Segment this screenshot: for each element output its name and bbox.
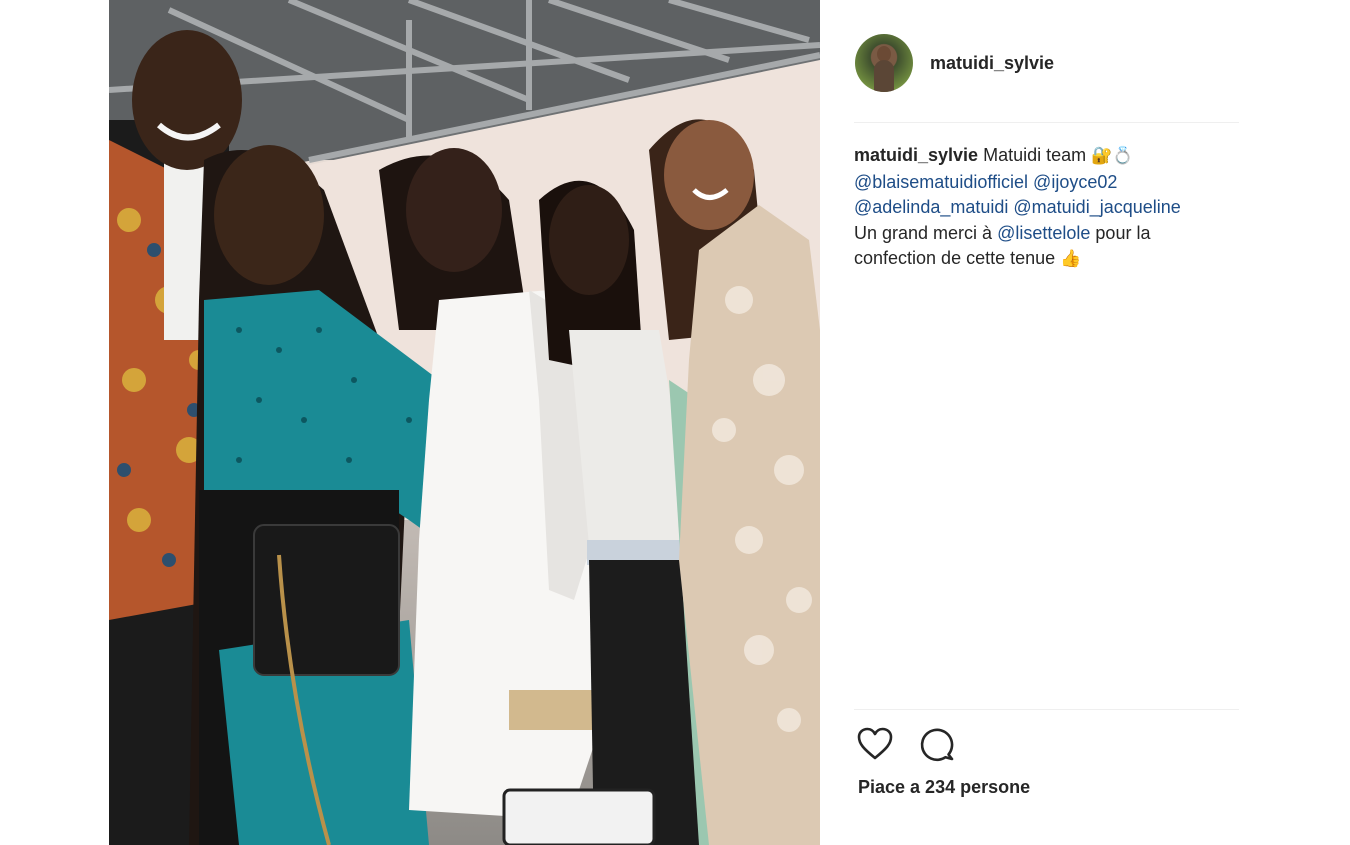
divider: [854, 122, 1239, 123]
comment-icon[interactable]: [918, 725, 956, 763]
avatar-body: [874, 60, 894, 92]
post-header: matuidi_sylvie: [855, 33, 1054, 93]
heart-icon[interactable]: [856, 725, 894, 763]
caption-emoji: 👍: [1060, 249, 1082, 269]
mention-link[interactable]: @matuidi_jacqueline: [1013, 197, 1180, 217]
caption-text: Un grand merci à: [854, 222, 993, 243]
caption-username[interactable]: matuidi_sylvie: [854, 145, 978, 165]
post-sidebar: matuidi_sylvie matuidi_sylvie Matuidi te…: [820, 0, 1350, 845]
post-actions: [856, 725, 956, 763]
mention-link[interactable]: @lisettelole: [997, 223, 1090, 243]
post-caption: matuidi_sylvie Matuidi team 🔐💍 @blaisema…: [854, 143, 1244, 273]
caption-text: confection de cette tenue: [854, 248, 1056, 268]
mention-link[interactable]: @blaisematuidiofficiel: [854, 172, 1028, 192]
photo-image: [109, 0, 820, 845]
caption-text: pour la: [1095, 222, 1151, 243]
avatar[interactable]: [855, 34, 913, 92]
caption-text: Matuidi team: [983, 145, 1087, 165]
divider: [854, 709, 1239, 710]
post-photo[interactable]: [109, 0, 820, 845]
mention-link[interactable]: @adelinda_matuidi: [854, 197, 1008, 217]
author-username[interactable]: matuidi_sylvie: [930, 53, 1054, 74]
mention-link[interactable]: @ijoyce02: [1033, 172, 1117, 192]
likes-count[interactable]: Piace a 234 persone: [858, 777, 1030, 798]
caption-emoji: 🔐💍: [1091, 146, 1134, 166]
